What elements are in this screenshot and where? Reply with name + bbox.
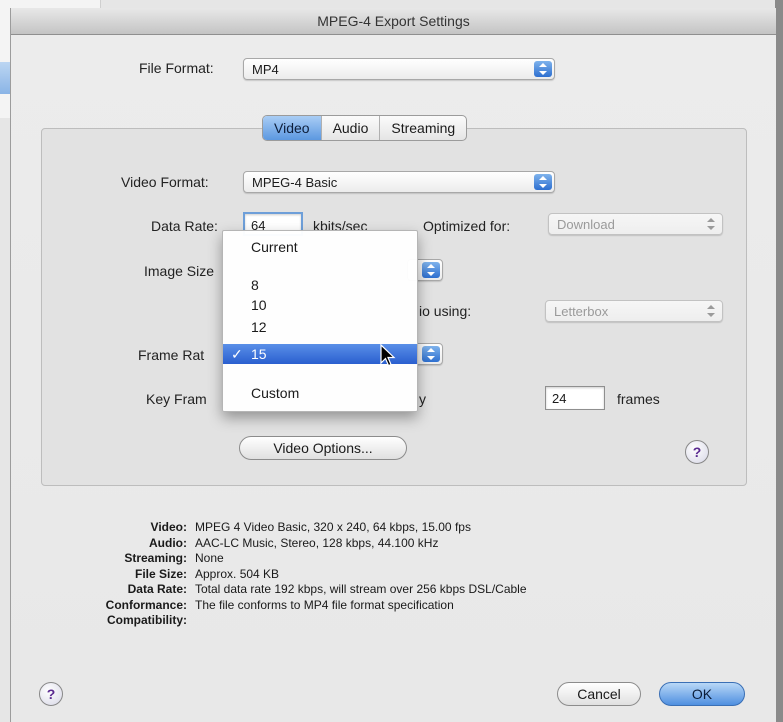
preserve-aspect-popup[interactable]: Letterbox: [545, 300, 723, 322]
key-frame-field[interactable]: 24: [545, 386, 605, 410]
file-format-value: MP4: [252, 62, 279, 77]
file-format-label: File Format:: [139, 60, 214, 76]
optimized-for-popup[interactable]: Download: [548, 213, 723, 235]
key-frame-suffix-label: y: [419, 391, 426, 407]
menu-item-15-label: 15: [251, 346, 267, 362]
ok-button[interactable]: OK: [659, 682, 745, 706]
menu-item-custom[interactable]: Custom: [223, 383, 417, 403]
mouse-pointer-icon: [380, 344, 396, 367]
popup-arrows-icon: [422, 346, 440, 362]
tab-streaming[interactable]: Streaming: [380, 116, 466, 140]
preserve-aspect-label: io using:: [419, 303, 472, 319]
cancel-button[interactable]: Cancel: [557, 682, 641, 706]
window-title: MPEG-4 Export Settings: [11, 8, 776, 35]
summary-row: Compatibility:: [107, 613, 187, 627]
menu-item-current[interactable]: Current: [223, 237, 417, 257]
tab-video[interactable]: Video: [263, 116, 322, 140]
popup-arrows-icon: [702, 216, 720, 232]
menu-item-10[interactable]: 10: [223, 295, 417, 315]
file-format-popup[interactable]: MP4: [243, 58, 555, 80]
popup-arrows-icon: [422, 262, 440, 278]
video-format-value: MPEG-4 Basic: [252, 175, 338, 190]
summary-block: Video: MPEG 4 Video Basic, 320 x 240, 64 …: [11, 520, 776, 629]
popup-arrows-icon: [702, 303, 720, 319]
help-icon[interactable]: ?: [685, 440, 709, 464]
checkmark-icon: ✓: [231, 346, 243, 362]
data-rate-label: Data Rate:: [151, 218, 218, 234]
tab-bar: Video Audio Streaming: [262, 115, 468, 141]
summary-row: Video: MPEG 4 Video Basic, 320 x 240, 64 …: [150, 520, 471, 534]
menu-item-12[interactable]: 12: [223, 317, 417, 337]
help-icon[interactable]: ?: [39, 682, 63, 706]
background-edge: [775, 0, 783, 722]
optimized-for-value: Download: [557, 217, 615, 232]
key-frame-label: Key Fram: [146, 391, 207, 407]
summary-row: Conformance: The file conforms to MP4 fil…: [105, 597, 454, 612]
summary-row: Streaming: None: [124, 551, 224, 565]
video-format-label: Video Format:: [121, 174, 209, 190]
frame-rate-menu: Current 8 10 12 ✓ 15 Custom: [222, 230, 418, 412]
summary-row: File Size: Approx. 504 KB: [134, 566, 280, 581]
preserve-aspect-value: Letterbox: [554, 304, 609, 319]
popup-arrows-icon: [534, 174, 552, 190]
key-frame-unit: frames: [617, 391, 660, 407]
summary-row: Audio: AAC-LC Music, Stereo, 128 kbps, 44…: [149, 535, 439, 550]
frame-rate-label: Frame Rat: [138, 347, 205, 363]
optimized-for-label: Optimized for:: [423, 218, 511, 234]
tab-audio[interactable]: Audio: [322, 116, 381, 140]
image-size-label: Image Size: [144, 263, 215, 279]
popup-arrows-icon: [534, 61, 552, 77]
menu-item-8[interactable]: 8: [223, 275, 417, 295]
video-format-popup[interactable]: MPEG-4 Basic: [243, 171, 555, 193]
video-options-button[interactable]: Video Options...: [239, 436, 407, 460]
summary-row: Data Rate: Total data rate 192 kbps, will…: [127, 582, 527, 596]
